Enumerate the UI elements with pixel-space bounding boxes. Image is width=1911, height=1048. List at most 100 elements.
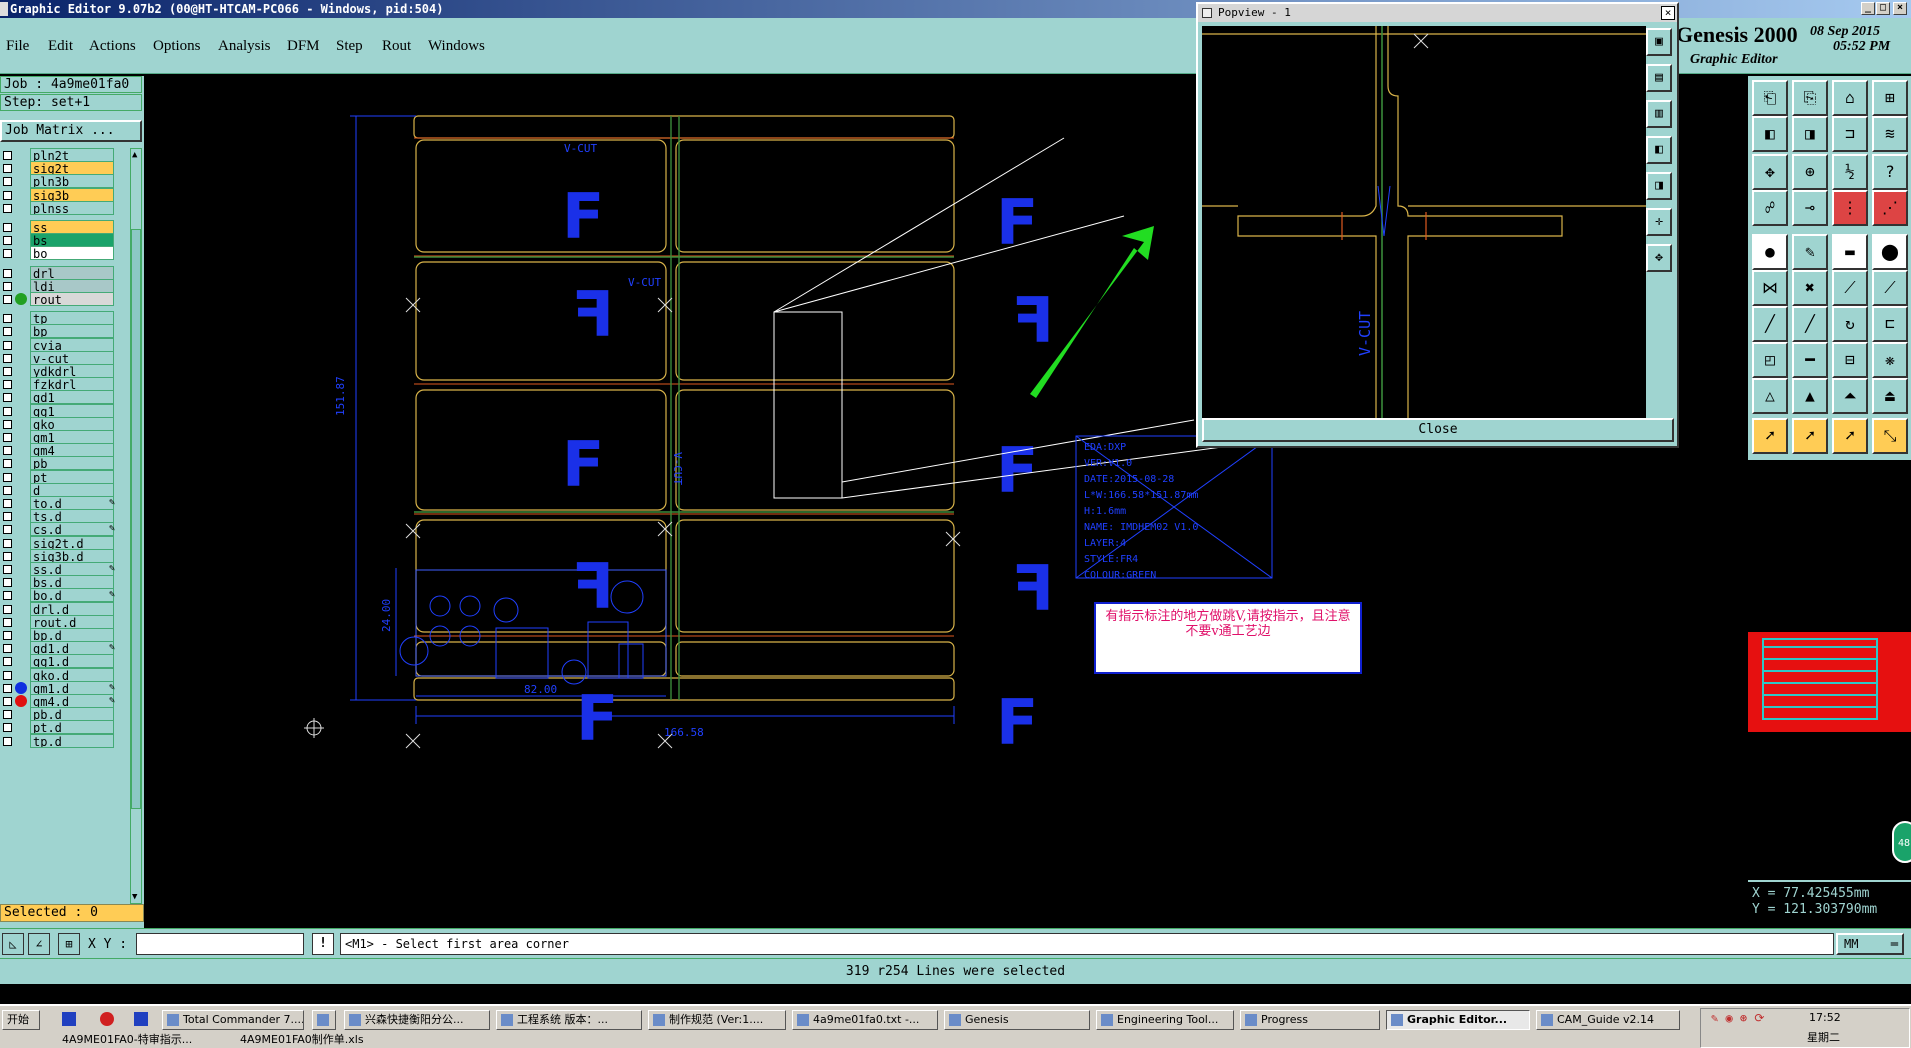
- popview-close-icon[interactable]: ×: [1661, 6, 1675, 20]
- task-row2-1[interactable]: 4A9ME01FA0制作单.xls: [224, 1032, 364, 1048]
- tool-line-node2-icon[interactable]: ⟋: [1872, 270, 1908, 306]
- layer-checkbox[interactable]: [3, 472, 12, 482]
- layer-checkbox[interactable]: [3, 353, 12, 363]
- tool-home-icon[interactable]: ⌂: [1832, 80, 1868, 116]
- layer-checkbox[interactable]: [3, 723, 12, 733]
- layer-name[interactable]: cvia: [30, 337, 114, 352]
- menu-step[interactable]: Step: [336, 38, 363, 55]
- tool-circle-icon[interactable]: ⬤: [1872, 234, 1908, 270]
- layer-checkbox[interactable]: [3, 203, 12, 213]
- layer-name[interactable]: gko: [30, 416, 114, 431]
- menu-actions[interactable]: Actions: [89, 38, 136, 55]
- layer-checkbox[interactable]: [3, 249, 12, 259]
- tool-line-node-icon[interactable]: ⟋: [1832, 270, 1868, 306]
- popview-tool-3-icon[interactable]: ▥: [1646, 100, 1672, 128]
- popview-tool-2-icon[interactable]: ▤: [1646, 64, 1672, 92]
- layer-name[interactable]: tp.d: [30, 733, 114, 748]
- layer-checkbox[interactable]: [3, 295, 12, 304]
- tool-layer-in-icon[interactable]: ◧: [1752, 116, 1788, 152]
- tool-triangle2-icon[interactable]: ▲: [1792, 378, 1828, 414]
- layer-checkbox[interactable]: [3, 631, 12, 640]
- tool-arc-icon[interactable]: ↻: [1832, 306, 1868, 342]
- tray-icons[interactable]: ✎ ◉ ⊛ ⟳: [1711, 1011, 1764, 1025]
- layer-checkbox[interactable]: [3, 604, 12, 614]
- tool-snap-icon[interactable]: ☍: [1752, 190, 1788, 226]
- tool-cross-icon[interactable]: ✖: [1792, 270, 1828, 306]
- layer-name[interactable]: fzkdrl: [30, 377, 114, 392]
- layer-name[interactable]: gd1: [30, 390, 114, 405]
- layer-name[interactable]: tp: [30, 311, 114, 326]
- tool-pad-icon[interactable]: ●: [1752, 234, 1788, 270]
- layer-checkbox[interactable]: [3, 327, 12, 337]
- task-button-1[interactable]: [312, 1010, 336, 1030]
- layer-name[interactable]: rout: [30, 292, 114, 306]
- popview-close-button[interactable]: Close: [1202, 418, 1674, 442]
- units-select[interactable]: MM ═: [1836, 933, 1904, 955]
- layer-name[interactable]: ydkdrl: [30, 364, 114, 378]
- layer-name[interactable]: drl: [30, 265, 114, 280]
- layer-name[interactable]: bp: [30, 324, 114, 339]
- layer-checkbox[interactable]: [3, 268, 12, 278]
- layer-checkbox[interactable]: [3, 223, 12, 232]
- tool-grid-icon[interactable]: ⊞: [1872, 80, 1908, 116]
- layer-checkbox[interactable]: [3, 433, 12, 442]
- tool-pointer2-icon[interactable]: ➚: [1792, 418, 1828, 454]
- menu-rout[interactable]: Rout: [382, 38, 411, 55]
- layer-name[interactable]: pb: [30, 456, 114, 471]
- layer-checkbox[interactable]: [3, 565, 12, 574]
- layer-name[interactable]: gm4.d: [30, 694, 114, 708]
- xy-input[interactable]: [136, 933, 304, 955]
- layer-checkbox[interactable]: [3, 538, 12, 548]
- layer-checkbox[interactable]: [3, 591, 12, 601]
- layer-name[interactable]: gd1.d: [30, 641, 114, 656]
- layer-name[interactable]: bs: [30, 233, 114, 248]
- tool-center-icon[interactable]: ⊕: [1792, 154, 1828, 190]
- close-window-button[interactable]: ×: [1893, 2, 1907, 15]
- tool-ratio-icon[interactable]: ½: [1832, 154, 1868, 190]
- layer-name[interactable]: pln2t: [30, 148, 114, 162]
- layer-name[interactable]: gm1: [30, 430, 114, 444]
- layer-name[interactable]: pb.d: [30, 707, 114, 722]
- layer-name[interactable]: pln3b: [30, 174, 114, 189]
- grid-icon[interactable]: ⊞: [58, 933, 80, 955]
- tool-measure-icon[interactable]: ⊸: [1792, 190, 1828, 226]
- layer-checkbox[interactable]: [3, 419, 12, 429]
- layer-name[interactable]: to.d: [30, 496, 114, 510]
- layer-checkbox[interactable]: [3, 459, 12, 469]
- menu-dfm[interactable]: DFM: [287, 38, 320, 55]
- tool-triangle3-icon[interactable]: ⏶: [1832, 378, 1868, 414]
- scroll-down-icon[interactable]: ▼: [132, 892, 140, 902]
- scroll-thumb[interactable]: [131, 229, 141, 809]
- tool-triangle4-icon[interactable]: ⏏: [1872, 378, 1908, 414]
- layer-name[interactable]: gm1.d: [30, 680, 114, 695]
- layer-checkbox[interactable]: [3, 164, 12, 174]
- layer-name[interactable]: d: [30, 482, 114, 497]
- layer-name[interactable]: gg1: [30, 403, 114, 418]
- snap-icon[interactable]: ◺: [2, 933, 24, 955]
- layer-checkbox[interactable]: [3, 499, 12, 508]
- popview-tool-4-icon[interactable]: ◧: [1646, 136, 1672, 164]
- layer-name[interactable]: bo.d: [30, 588, 114, 603]
- layer-checkbox[interactable]: [3, 380, 12, 390]
- layer-name[interactable]: rout.d: [30, 614, 114, 629]
- tool-cluster-icon[interactable]: ❋: [1872, 342, 1908, 378]
- task-button-2[interactable]: 兴森快捷衡阳分公...: [344, 1010, 490, 1030]
- layer-name[interactable]: ss: [30, 220, 114, 234]
- task-button-5[interactable]: 4a9me01fa0.txt -...: [792, 1010, 938, 1030]
- tool-pointer-icon[interactable]: ➚: [1752, 418, 1788, 454]
- task-button-4[interactable]: 制作规范 (Ver:1....: [648, 1010, 786, 1030]
- popview-menu-icon[interactable]: [1202, 8, 1212, 18]
- task-button-7[interactable]: Engineering Tool...: [1096, 1010, 1234, 1030]
- layer-checkbox[interactable]: [3, 644, 12, 654]
- layer-checkbox[interactable]: [3, 736, 12, 746]
- overview-map[interactable]: [1748, 632, 1911, 732]
- tool-pointer4-icon[interactable]: ⤡: [1872, 418, 1908, 454]
- popview-tool-7-icon[interactable]: ✥: [1646, 244, 1672, 272]
- tool-help-icon[interactable]: ?: [1872, 154, 1908, 190]
- layer-checkbox[interactable]: [3, 190, 12, 200]
- layer-name[interactable]: ss.d: [30, 562, 114, 576]
- layer-name[interactable]: sig2t.d: [30, 535, 114, 550]
- layer-checkbox[interactable]: [3, 657, 12, 667]
- layer-checkbox[interactable]: [3, 393, 12, 403]
- task-row2-0[interactable]: 4A9ME01FA0-特审指示...: [46, 1032, 192, 1048]
